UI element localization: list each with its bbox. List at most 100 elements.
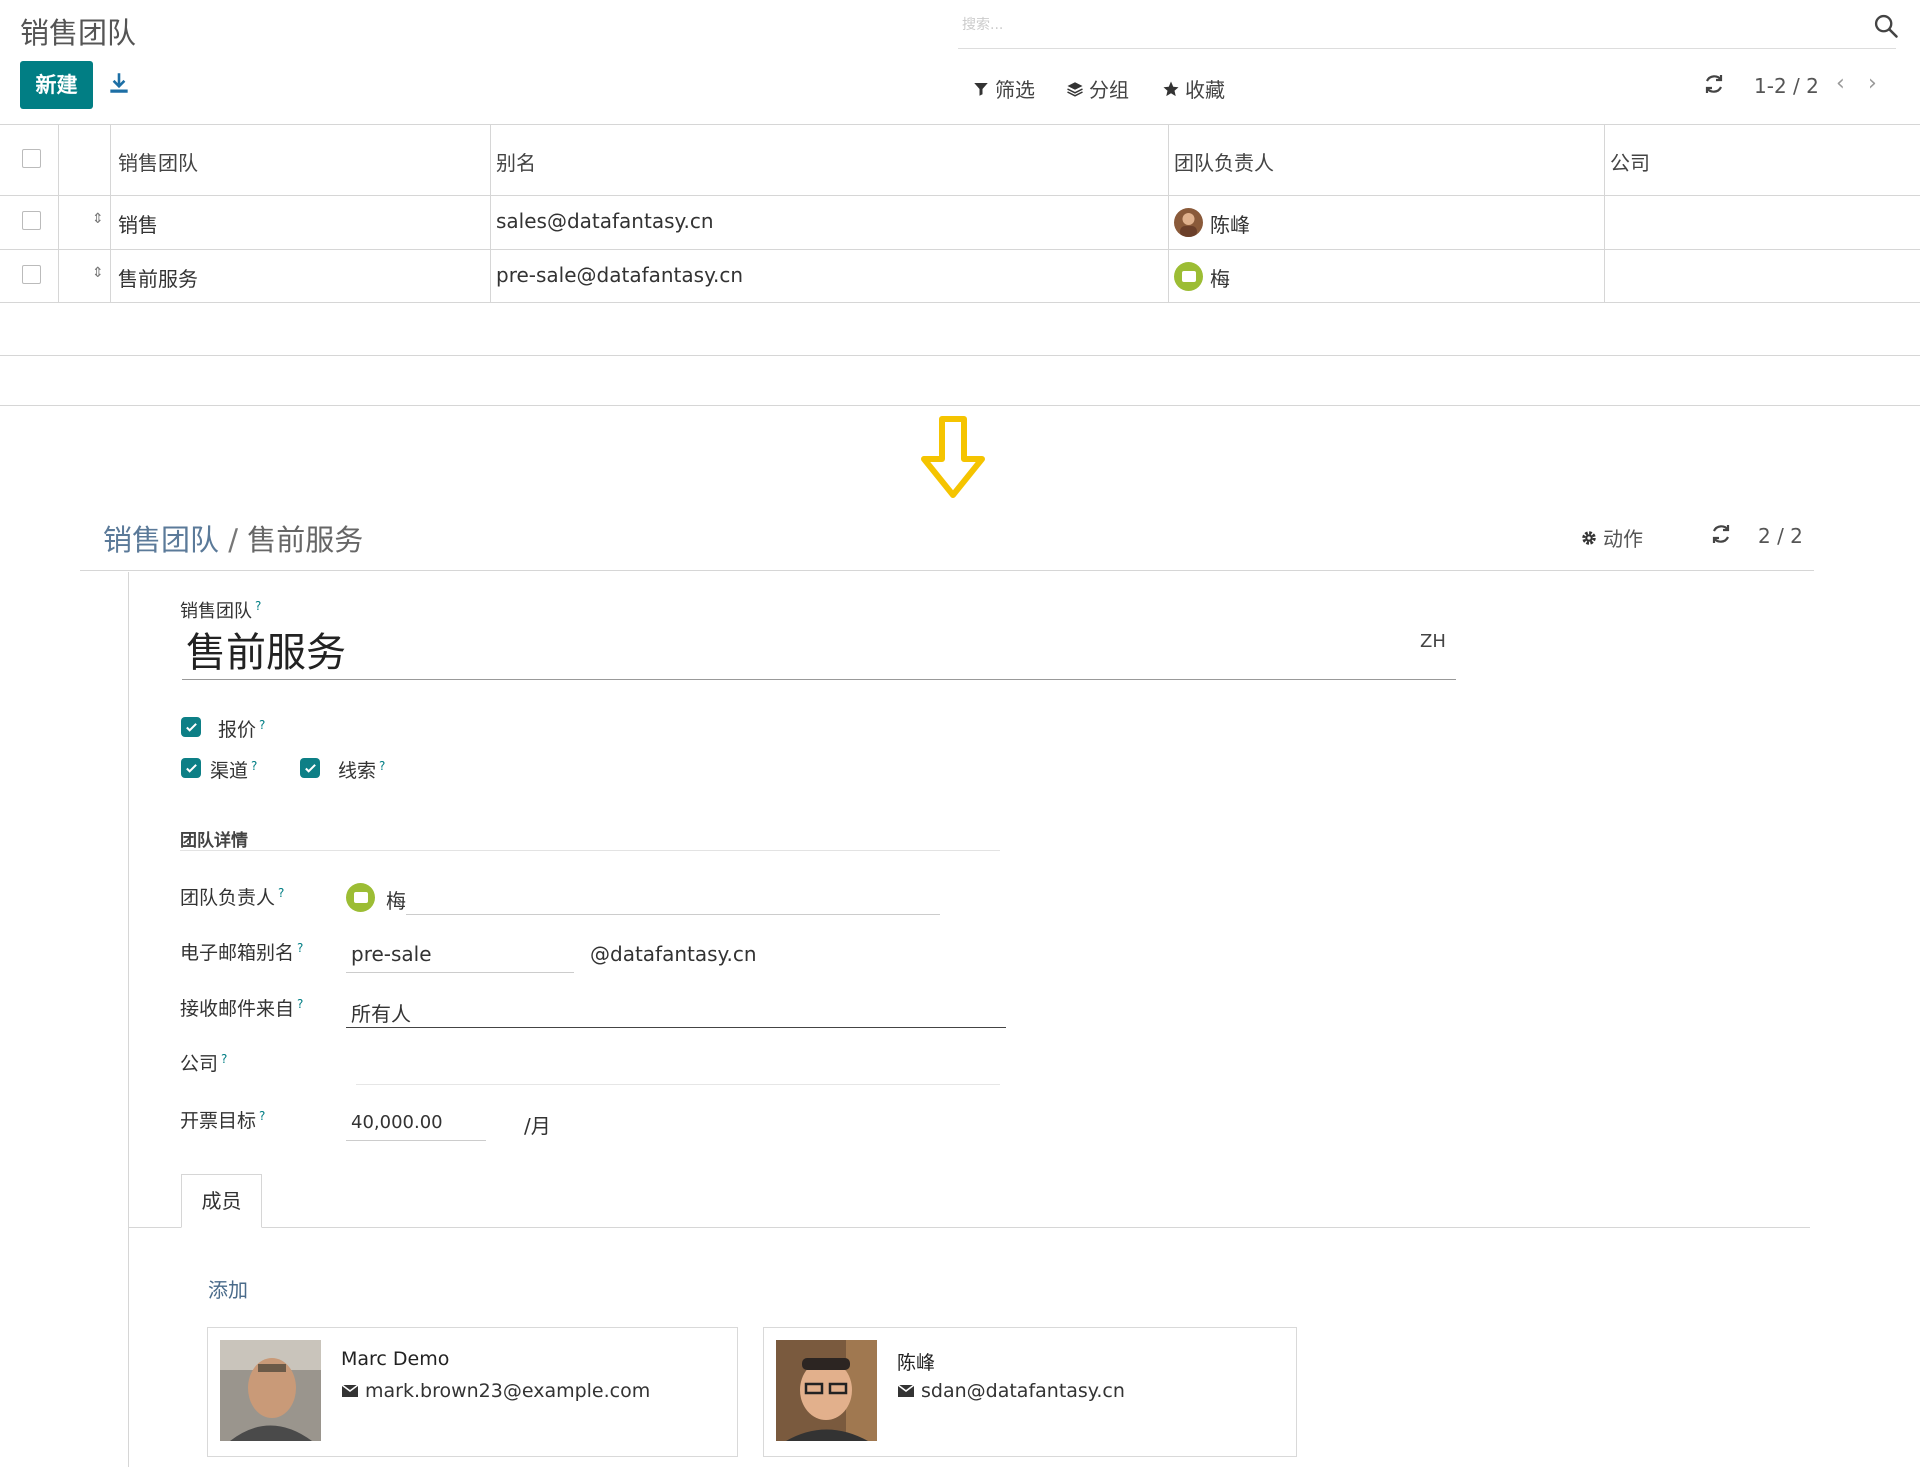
cell-team: 售前服务: [118, 267, 198, 291]
check-icon: [185, 763, 197, 773]
table-border-top: [0, 124, 1920, 125]
avatar: [1174, 262, 1203, 291]
avatar: [346, 883, 375, 912]
member-email: mark.brown23@example.com: [341, 1380, 650, 1402]
invoicing-target-input[interactable]: 40,000.00: [351, 1112, 443, 1133]
envelope-icon: [897, 1384, 915, 1397]
cell-alias: pre-sale@datafantasy.cn: [496, 263, 744, 287]
column-divider: [490, 124, 491, 302]
breadcrumb-separator: /: [228, 523, 239, 557]
cell-alias: sales@datafantasy.cn: [496, 209, 714, 233]
team-name-input[interactable]: 售前服务: [182, 628, 1456, 680]
section-divider: [180, 850, 1000, 851]
filter-icon: [974, 82, 988, 96]
invoicing-target-label: 开票目标?: [180, 1108, 266, 1132]
member-name: Marc Demo: [341, 1348, 450, 1370]
select-all-checkbox[interactable]: [22, 149, 41, 168]
column-divider: [110, 124, 111, 302]
arrow-down-icon: [921, 416, 985, 498]
tab-members[interactable]: 成员: [181, 1174, 262, 1228]
cell-leader: 陈峰: [1210, 213, 1250, 237]
gear-icon: [1582, 530, 1596, 545]
avatar: [1174, 208, 1203, 237]
action-label: 动作: [1603, 527, 1643, 551]
column-header-company[interactable]: 公司: [1610, 147, 1650, 176]
download-icon[interactable]: [106, 70, 132, 96]
group-by-label: 分组: [1089, 78, 1129, 102]
row-checkbox[interactable]: [22, 265, 41, 284]
language-button[interactable]: ZH: [1420, 631, 1446, 652]
column-divider: [58, 124, 59, 302]
search-underline: [958, 48, 1896, 49]
check-icon: [185, 722, 197, 732]
alias-input-underline: [346, 972, 574, 973]
cell-leader: 梅: [1210, 267, 1230, 291]
accept-emails-select[interactable]: 所有人: [351, 998, 411, 1027]
member-card[interactable]: 陈峰 sdan@datafantasy.cn: [763, 1327, 1297, 1457]
table-row-border: [0, 355, 1920, 356]
add-member-link[interactable]: 添加: [208, 1274, 248, 1303]
company-input-underline: [356, 1084, 1000, 1085]
drag-handle-icon[interactable]: ⇕: [92, 211, 104, 227]
invoicing-target-unit: /月: [524, 1114, 551, 1138]
accept-emails-label: 接收邮件来自?: [180, 996, 304, 1020]
leader-input-underline: [406, 914, 940, 915]
envelope-icon: [341, 1384, 359, 1397]
member-photo: [220, 1340, 321, 1441]
new-button[interactable]: 新建: [20, 61, 93, 109]
search-input[interactable]: 搜索...: [962, 14, 1003, 34]
filter-button[interactable]: 筛选: [972, 74, 1035, 103]
layers-icon: [1067, 81, 1083, 97]
alias-input[interactable]: pre-sale: [351, 942, 432, 966]
drag-handle-icon[interactable]: ⇕: [92, 265, 104, 281]
form-sheet-border: [128, 572, 129, 1467]
member-name: 陈峰: [897, 1352, 936, 1374]
alias-domain: @datafantasy.cn: [590, 942, 757, 966]
star-icon: [1163, 81, 1179, 96]
record-pager[interactable]: 2 / 2: [1758, 524, 1803, 548]
leader-input[interactable]: 梅: [386, 885, 406, 914]
accept-emails-underline: [346, 1027, 1006, 1028]
check-icon: [304, 763, 316, 773]
member-photo: [776, 1340, 877, 1441]
column-divider: [1604, 124, 1605, 302]
action-menu-button[interactable]: 动作: [1580, 523, 1643, 552]
cell-team: 销售: [118, 213, 158, 237]
refresh-icon[interactable]: [1709, 522, 1733, 546]
column-header-alias[interactable]: 别名: [496, 147, 536, 176]
column-divider: [1168, 124, 1169, 302]
leads-checkbox[interactable]: [300, 758, 320, 778]
column-header-team[interactable]: 销售团队: [118, 147, 198, 176]
table-header-border: [0, 195, 1920, 196]
member-email: sdan@datafantasy.cn: [897, 1380, 1125, 1402]
name-field-label: 销售团队?: [180, 599, 262, 622]
invoicing-target-underline: [346, 1140, 486, 1141]
favorites-label: 收藏: [1185, 78, 1225, 102]
chevron-right-icon[interactable]: ›: [1868, 71, 1877, 96]
pipeline-label: 渠道?: [210, 758, 258, 782]
leader-field-label: 团队负责人?: [180, 885, 285, 909]
pager-value[interactable]: 1-2 / 2: [1754, 74, 1819, 98]
section-title: 团队详情: [180, 831, 248, 851]
row-checkbox[interactable]: [22, 211, 41, 230]
quotations-checkbox[interactable]: [181, 717, 201, 737]
leads-label: 线索?: [338, 758, 386, 782]
notebook-tab-divider: [128, 1227, 1810, 1228]
breadcrumb-parent-link[interactable]: 销售团队: [103, 523, 219, 557]
table-row-border: [0, 302, 1920, 303]
refresh-icon[interactable]: [1702, 72, 1726, 96]
group-by-button[interactable]: 分组: [1066, 74, 1129, 103]
breadcrumb-current: 售前服务: [247, 523, 364, 557]
pipeline-checkbox[interactable]: [181, 758, 201, 778]
column-header-leader[interactable]: 团队负责人: [1174, 147, 1274, 176]
alias-field-label: 电子邮箱别名?: [180, 940, 304, 964]
chevron-left-icon[interactable]: ‹: [1836, 71, 1845, 96]
company-field-label: 公司?: [180, 1051, 228, 1075]
form-header-divider: [80, 570, 1814, 571]
member-card[interactable]: Marc Demo mark.brown23@example.com: [207, 1327, 738, 1457]
list-page-title: 销售团队: [20, 16, 137, 50]
filter-label: 筛选: [995, 78, 1035, 102]
breadcrumb: 销售团队 / 售前服务: [103, 517, 363, 559]
favorites-button[interactable]: 收藏: [1162, 74, 1225, 103]
search-icon[interactable]: [1872, 12, 1900, 40]
